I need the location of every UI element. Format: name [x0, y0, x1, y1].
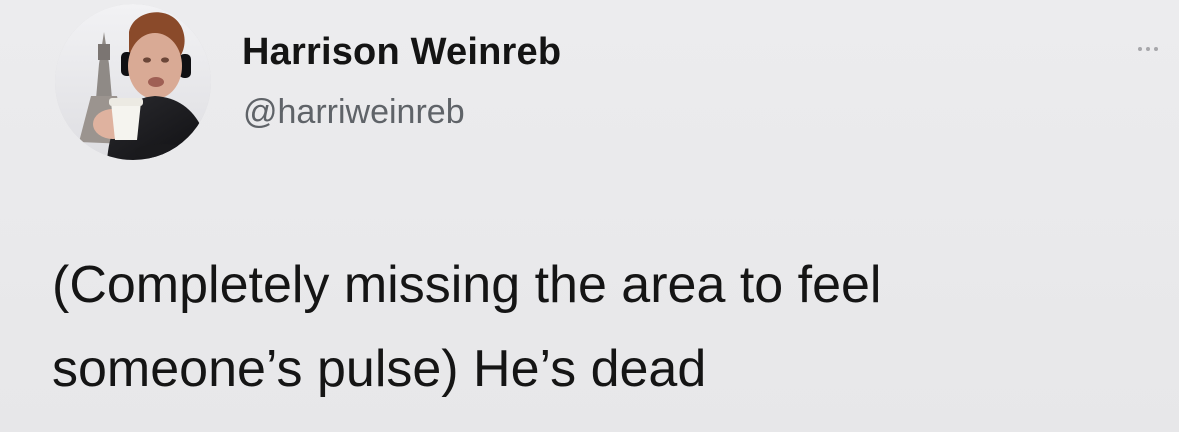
- author-handle[interactable]: @harriweinreb: [243, 93, 465, 132]
- more-options-icon: [1154, 47, 1158, 51]
- tweet-card: Harrison Weinreb @harriweinreb (Complete…: [0, 0, 1179, 432]
- avatar[interactable]: [55, 4, 211, 160]
- tweet-text: (Completely missing the area to feel som…: [52, 256, 882, 398]
- more-options-icon: [1138, 47, 1142, 51]
- profile-photo-image: [55, 4, 211, 160]
- more-options-icon: [1146, 47, 1150, 51]
- author-display-name[interactable]: Harrison Weinreb: [242, 31, 561, 74]
- more-options-button[interactable]: [1135, 44, 1161, 54]
